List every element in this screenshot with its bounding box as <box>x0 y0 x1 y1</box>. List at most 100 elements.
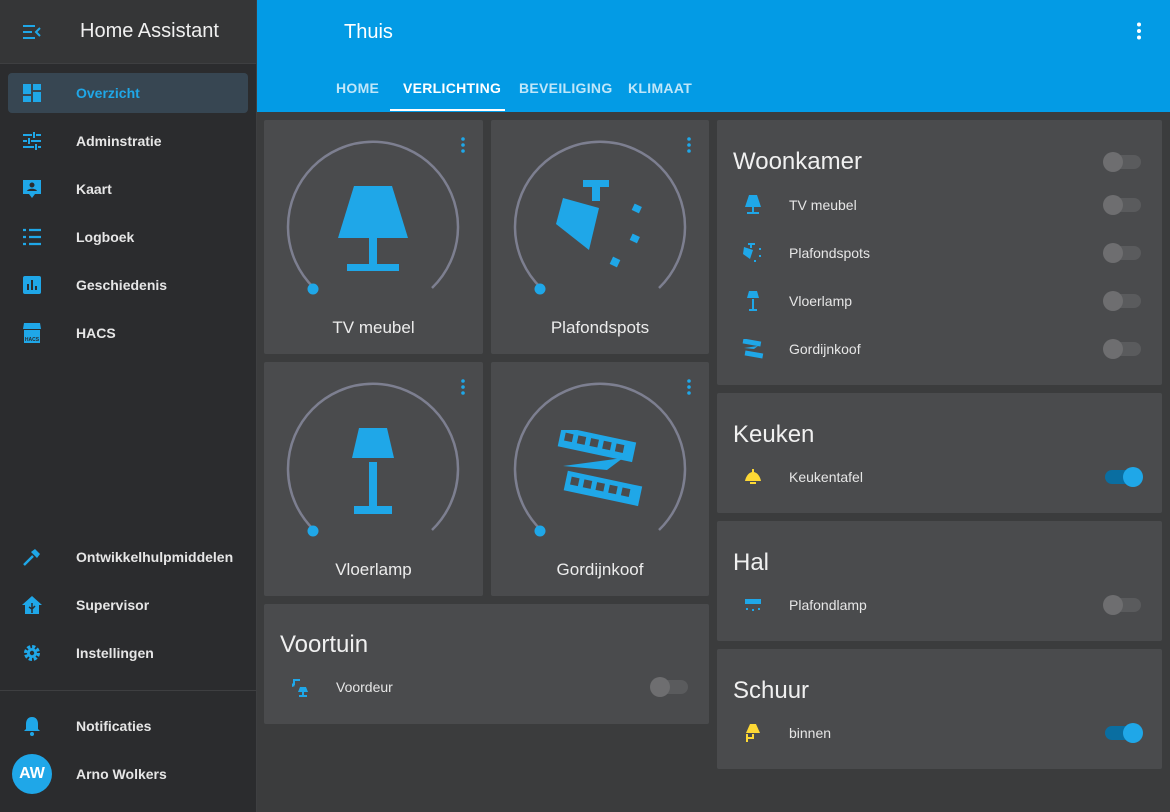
entity-name: Gordijnkoof <box>789 341 861 357</box>
light-card-name: TV meubel <box>332 318 415 337</box>
entity-name: Plafondspots <box>789 245 870 261</box>
ceiling-light-icon[interactable] <box>717 469 789 485</box>
spotlight-icon[interactable] <box>717 243 789 263</box>
dots-vertical-icon <box>461 137 465 153</box>
dots-vertical-icon <box>1137 22 1141 40</box>
entity-toggle[interactable] <box>1103 291 1141 311</box>
dots-vertical-icon <box>687 379 691 395</box>
entity-row-plafondlamp[interactable]: Plafondlamp <box>717 581 1162 629</box>
tab-klimaat[interactable]: KLIMAAT <box>628 80 692 96</box>
sidebar-item-label: Overzicht <box>76 85 140 101</box>
gear-icon <box>8 643 56 663</box>
overflow-menu-button[interactable] <box>1136 22 1142 45</box>
sidebar-item-adminstratie[interactable]: Adminstratie <box>8 121 248 161</box>
toggle-knob <box>1103 595 1123 615</box>
sidebar-item-label: Logboek <box>76 229 135 245</box>
more-info-button[interactable] <box>686 379 692 400</box>
light-card-tv-meubel[interactable]: TV meubel <box>264 120 483 354</box>
entity-row-gordijnkoof[interactable]: Gordijnkoof <box>717 325 1162 373</box>
entity-toggle[interactable] <box>1103 339 1141 359</box>
tab-verlichting[interactable]: VERLICHTING <box>403 80 501 96</box>
user-name: Arno Wolkers <box>76 766 167 782</box>
sidebar-header: Home Assistant <box>0 0 256 64</box>
more-info-button[interactable] <box>460 379 466 400</box>
sidebar-item-hacs[interactable]: HACS HACS <box>8 313 248 353</box>
bell-icon <box>8 716 56 736</box>
sidebar-item-supervisor[interactable]: Supervisor <box>8 585 248 625</box>
floor-lamp-icon[interactable] <box>350 428 396 516</box>
top-app-bar: Thuis HOME VERLICHTING BEVEILIGING KLIMA… <box>257 0 1170 112</box>
entity-row-binnen[interactable]: binnen <box>717 709 1162 757</box>
avatar: AW <box>12 754 52 794</box>
home-assistant-icon <box>8 595 56 615</box>
sidebar-item-geschiedenis[interactable]: Geschiedenis <box>8 265 248 305</box>
sidebar: Home Assistant Overzicht Adminstratie Ka… <box>0 0 257 812</box>
toggle-knob <box>1103 152 1123 172</box>
entity-row-plafondspots[interactable]: Plafondspots <box>717 229 1162 277</box>
sidebar-item-label: Ontwikkelhulpmiddelen <box>76 549 234 565</box>
chart-box-icon <box>8 275 56 295</box>
tab-home[interactable]: HOME <box>336 80 379 96</box>
ceiling-light-flat-icon[interactable] <box>717 598 789 612</box>
entity-toggle[interactable] <box>650 677 688 697</box>
sidebar-divider <box>0 690 257 691</box>
menu-toggle-button[interactable] <box>0 0 64 64</box>
sidebar-item-logboek[interactable]: Logboek <box>8 217 248 257</box>
card-title: Hal <box>733 549 770 576</box>
outdoor-lamp-icon[interactable] <box>264 677 336 697</box>
table-lamp-icon[interactable] <box>717 195 789 215</box>
entity-row-vloerlamp[interactable]: Vloerlamp <box>717 277 1162 325</box>
header-toggle[interactable] <box>1103 152 1141 172</box>
sidebar-item-overzicht[interactable]: Overzicht <box>8 73 248 113</box>
entity-row-keukentafel[interactable]: Keukentafel <box>717 453 1162 501</box>
card-title: Woonkamer <box>733 148 862 175</box>
spotlight-icon[interactable] <box>553 180 648 272</box>
dots-vertical-icon <box>461 379 465 395</box>
light-card-vloerlamp[interactable]: Vloerlamp <box>264 362 483 596</box>
map-account-icon <box>8 179 56 199</box>
light-card-name: Plafondspots <box>550 318 650 337</box>
tune-icon <box>8 131 56 151</box>
toggle-knob <box>1103 243 1123 263</box>
toggle-knob <box>1103 339 1123 359</box>
entity-row-voordeur[interactable]: Voordeur <box>264 663 709 711</box>
sidebar-item-profile[interactable]: AW Arno Wolkers <box>8 754 248 794</box>
page-title: Thuis <box>344 21 393 43</box>
entity-name: Plafondlamp <box>789 597 867 613</box>
entity-row-tv-meubel[interactable]: TV meubel <box>717 181 1162 229</box>
entity-toggle[interactable] <box>1105 723 1143 743</box>
toggle-knob <box>1123 723 1143 743</box>
sidebar-item-label: Geschiedenis <box>76 277 168 293</box>
sidebar-item-notificaties[interactable]: Notificaties <box>8 706 248 746</box>
floor-lamp-icon[interactable] <box>717 291 789 311</box>
toggle-knob <box>1103 195 1123 215</box>
active-tab-indicator <box>390 109 505 111</box>
entity-toggle[interactable] <box>1105 467 1143 487</box>
light-card-name: Vloerlamp <box>335 560 412 579</box>
light-card-plafondspots[interactable]: Plafondspots <box>491 120 709 354</box>
entity-toggle[interactable] <box>1103 595 1141 615</box>
card-title: Voortuin <box>280 631 369 658</box>
entity-name: TV meubel <box>789 197 857 213</box>
card-title: Schuur <box>733 677 810 704</box>
entity-toggle[interactable] <box>1103 243 1141 263</box>
led-strip-icon[interactable] <box>555 430 645 510</box>
more-info-button[interactable] <box>686 137 692 158</box>
led-strip-icon[interactable] <box>717 339 789 359</box>
wall-light-icon[interactable] <box>717 723 789 743</box>
table-lamp-icon[interactable] <box>338 186 408 272</box>
sidebar-item-kaart[interactable]: Kaart <box>8 169 248 209</box>
entities-card-hal: Hal Plafondlamp <box>717 521 1162 641</box>
light-card-gordijnkoof[interactable]: Gordijnkoof <box>491 362 709 596</box>
card-title: Keuken <box>733 421 815 448</box>
sidebar-item-ontwikkelhulpmiddelen[interactable]: Ontwikkelhulpmiddelen <box>8 537 248 577</box>
sidebar-item-label: Supervisor <box>76 597 150 613</box>
entity-toggle[interactable] <box>1103 195 1141 215</box>
entity-name: Keukentafel <box>789 469 863 485</box>
entity-name: binnen <box>789 725 832 741</box>
tab-beveiliging[interactable]: BEVEILIGING <box>519 80 613 96</box>
entities-card-keuken: Keuken Keukentafel <box>717 393 1162 513</box>
more-info-button[interactable] <box>460 137 466 158</box>
toggle-knob <box>650 677 670 697</box>
sidebar-item-instellingen[interactable]: Instellingen <box>8 633 248 673</box>
